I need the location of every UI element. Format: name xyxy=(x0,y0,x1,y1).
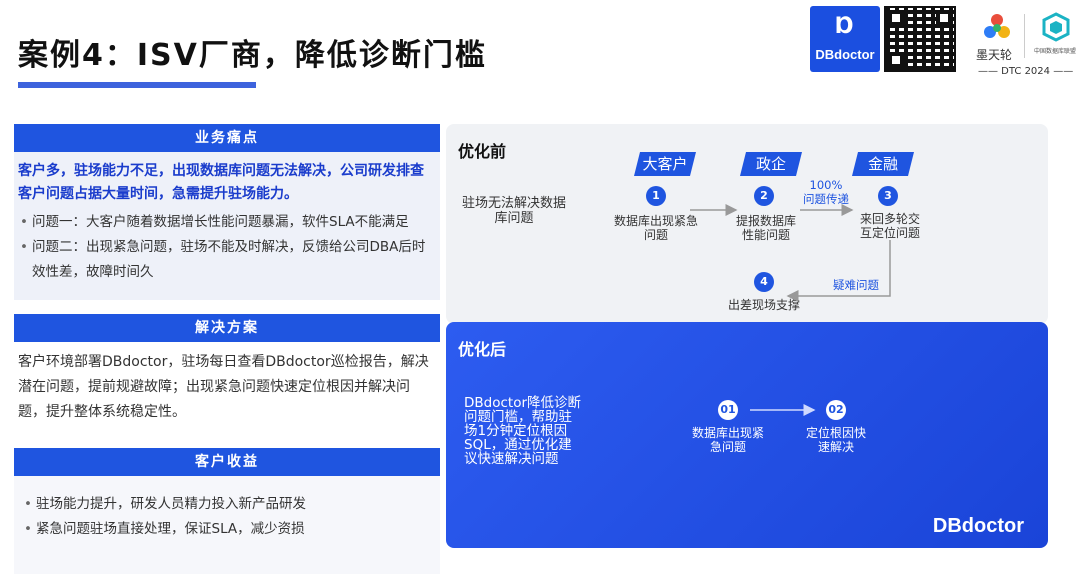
step-number: 4 xyxy=(754,272,774,292)
benefits-heading: 客户收益 xyxy=(14,448,440,476)
dtc-2024-label: —— DTC 2024 —— xyxy=(978,66,1074,77)
qr-corner xyxy=(888,52,904,68)
page-title: 案例4：ISV厂商，降低诊断门槛 xyxy=(18,38,487,73)
pain-points-panel: 业务痛点 客户多，驻场能力不足，出现数据库问题无法解决，公司研发排查客户问题占据… xyxy=(14,124,440,300)
benefits-panel: 客户收益 驻场能力提升，研发人员精力投入新产品研发 紧急问题驻场直接处理，保证S… xyxy=(14,448,440,574)
pain-point-item: 问题一：大客户随着数据增长性能问题暴漏，软件SLA不能满足 xyxy=(18,210,436,235)
modb-logo-icon xyxy=(984,14,1010,38)
pain-points-heading: 业务痛点 xyxy=(14,124,440,152)
dbdoctor-logo: Ɒ DBdoctor xyxy=(810,6,880,72)
after-description: DBdoctor降低诊断问题门槛，帮助驻场1分钟定位根因SQL，通过优化建议快速… xyxy=(464,395,582,467)
before-label: 优化前 xyxy=(458,142,507,161)
after-label: 优化后 xyxy=(458,340,507,359)
step-text: 数据库出现紧急问题 xyxy=(691,426,764,454)
modb-logo-text: 墨天轮 xyxy=(976,48,1013,62)
pain-point-item: 问题二：出现紧急问题，驻场不能及时解决，反馈给公司DBA后时效性差，故障时间久 xyxy=(18,235,436,285)
step-text: 数据库出现紧急问题 xyxy=(614,214,699,242)
step-number: 01 xyxy=(718,400,738,420)
solution-text: 客户环境部署DBdoctor，驻场每日查看DBdoctor巡检报告，解决潜在问题… xyxy=(18,354,429,420)
step-number: 3 xyxy=(878,186,898,206)
step-text: 提报数据库性能问题 xyxy=(735,214,796,242)
step-number: 2 xyxy=(754,186,774,206)
benefit-item: 紧急问题驻场直接处理，保证SLA，减少资损 xyxy=(22,517,436,542)
before-description: 驻场无法解决数据库问题 xyxy=(462,196,567,226)
qr-code xyxy=(884,6,956,72)
dbdoctor-brand-text: DBdoctor xyxy=(932,515,1024,537)
after-optimization-panel: 优化后 DBdoctor降低诊断问题门槛，帮助驻场1分钟定位根因SQL，通过优化… xyxy=(446,322,1048,548)
transfer-percent: 100% xyxy=(809,178,843,192)
category-tag: 大客户 xyxy=(634,152,696,176)
benefit-item: 驻场能力提升，研发人员精力投入新产品研发 xyxy=(22,492,436,517)
title-underline xyxy=(18,82,256,88)
transfer-note: 问题传递 xyxy=(803,192,849,206)
qr-corner xyxy=(936,10,952,26)
step-number: 02 xyxy=(826,400,846,420)
category-tag: 政企 xyxy=(740,152,802,176)
step-text: 出差现场支撑 xyxy=(727,298,800,312)
category-tag: 金融 xyxy=(852,152,914,176)
pain-points-highlight: 客户多，驻场能力不足，出现数据库问题无法解决，公司研发排查客户问题占据大量时间，… xyxy=(18,163,424,202)
before-optimization-panel: 优化前 驻场无法解决数据库问题 大客户 政企 金融 1 数据库出现紧急问题 2 … xyxy=(446,124,1048,324)
dbdoctor-logo-text: DBdoctor xyxy=(815,47,875,62)
step-number: 1 xyxy=(646,186,666,206)
step-text: 定位根因快速解决 xyxy=(805,426,866,454)
hard-issue-note: 疑难问题 xyxy=(833,278,879,292)
solution-panel: 解决方案 客户环境部署DBdoctor，驻场每日查看DBdoctor巡检报告，解… xyxy=(14,314,440,450)
logo-divider xyxy=(1024,14,1025,58)
cdb-logo-icon xyxy=(1042,12,1070,42)
step-text: 来回多轮交互定位问题 xyxy=(859,212,920,240)
solution-heading: 解决方案 xyxy=(14,314,440,342)
cdb-logo-text: 中国数据库联盟 xyxy=(1034,48,1077,55)
qr-corner xyxy=(888,10,904,26)
dbdoctor-mark-icon: Ɒ xyxy=(835,14,855,39)
